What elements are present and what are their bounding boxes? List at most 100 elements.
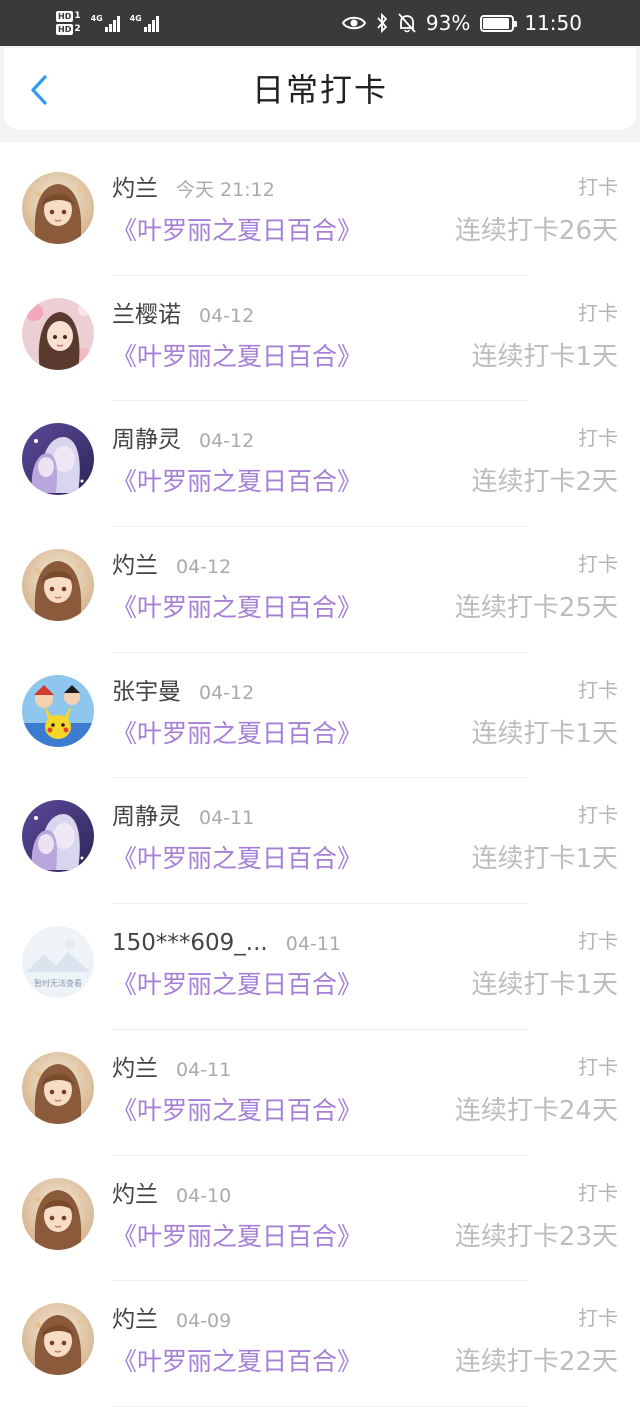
post-time: 04-11	[199, 807, 255, 830]
avatar[interactable]	[22, 423, 94, 496]
streak-count: 连续打卡1天	[471, 341, 618, 372]
book-title-link[interactable]: 《叶罗丽之夏日百合》	[112, 1094, 362, 1128]
hd-sim-number: 2	[74, 24, 81, 34]
book-title-link[interactable]: 《叶罗丽之夏日百合》	[112, 968, 362, 1002]
streak-count: 连续打卡26天	[454, 216, 618, 246]
clock: 11:50	[524, 11, 582, 35]
checkin-action: 打卡	[578, 300, 618, 325]
list-item[interactable]: 灼兰 04-11 《叶罗丽之夏日百合》 打卡 连续打卡24天	[0, 1030, 640, 1156]
list-item[interactable]: 灼兰 04-10 《叶罗丽之夏日百合》 打卡 连续打卡23天	[0, 1156, 640, 1282]
checkin-action: 打卡	[578, 929, 618, 954]
streak-count: 连续打卡25天	[454, 593, 618, 624]
hd-indicator-1: HD 1	[56, 11, 81, 22]
signal-icon: 4G	[91, 14, 120, 32]
avatar[interactable]	[22, 172, 94, 244]
list-item[interactable]: 灼兰 04-12 《叶罗丽之夏日百合》 打卡 连续打卡25天	[0, 527, 640, 653]
user-name: 张宇曼 04-12	[112, 677, 254, 708]
post-time: 04-12	[176, 556, 232, 579]
checkin-action: 打卡	[578, 552, 618, 577]
eye-icon	[341, 15, 366, 31]
avatar[interactable]	[22, 1051, 94, 1124]
network-type: 4G	[129, 14, 142, 23]
page-title: 日常打卡	[251, 71, 388, 109]
hd-indicator-2: HD 2	[56, 24, 81, 35]
user-name: 灼兰 04-10	[112, 1180, 231, 1211]
user-name: 150***609_... 04-11	[112, 928, 341, 959]
user-name-text: 灼兰	[112, 1055, 158, 1082]
user-name-text: 周静灵	[112, 427, 181, 454]
signal-icon: 4G	[130, 14, 159, 32]
book-title-link[interactable]: 《叶罗丽之夏日百合》	[112, 340, 362, 374]
checkin-action: 打卡	[578, 803, 618, 828]
avatar[interactable]	[22, 800, 94, 873]
battery-percent: 93%	[425, 11, 471, 35]
status-bar: HD 1 HD 2 4G 4G 93% 11:50	[0, 0, 640, 46]
user-name: 灼兰 04-09	[112, 1305, 231, 1336]
streak-count: 连续打卡1天	[471, 970, 618, 1001]
bluetooth-icon	[376, 13, 388, 33]
avatar[interactable]	[22, 549, 94, 622]
post-time: 今天 21:12	[176, 179, 275, 201]
status-bar-right: 93% 11:50	[341, 0, 582, 46]
streak-count: 连续打卡24天	[454, 1095, 618, 1126]
post-time: 04-12	[199, 304, 255, 327]
streak-count: 连续打卡1天	[471, 844, 618, 875]
post-time: 04-10	[176, 1184, 232, 1207]
checkin-action: 打卡	[578, 175, 618, 199]
list-item[interactable]: 张宇曼 04-12 《叶罗丽之夏日百合》 打卡 连续打卡1天	[0, 653, 640, 779]
avatar[interactable]	[22, 674, 94, 747]
nav-bar: 日常打卡	[0, 46, 640, 142]
post-time: 04-09	[176, 1310, 232, 1333]
list-item[interactable]: 兰樱诺 04-12 《叶罗丽之夏日百合》 打卡 连续打卡1天	[0, 276, 640, 402]
book-title-link[interactable]: 《叶罗丽之夏日百合》	[112, 1345, 362, 1379]
list-item[interactable]: 周静灵 04-11 《叶罗丽之夏日百合》 打卡 连续打卡1天	[0, 778, 640, 905]
avatar[interactable]	[22, 1177, 94, 1250]
post-time: 04-11	[285, 933, 341, 956]
streak-count: 连续打卡23天	[454, 1221, 618, 1252]
user-name-text: 灼兰	[112, 553, 158, 580]
streak-count: 连续打卡2天	[471, 467, 618, 498]
hd-label: HD	[56, 11, 74, 22]
user-name-text: 灼兰	[112, 176, 158, 202]
post-time: 04-11	[176, 1058, 232, 1081]
avatar[interactable]	[22, 297, 94, 370]
avatar[interactable]: 暂时无法查看	[22, 926, 94, 999]
list-item[interactable]: 暂时无法查看 150***609_... 04-11 《叶罗丽之夏日百合》 打卡 …	[0, 904, 640, 1030]
network-type: 4G	[90, 14, 103, 23]
list-item[interactable]: 灼兰 今天 21:12 《叶罗丽之夏日百合》 打卡 连续打卡26天	[0, 150, 640, 276]
mute-bell-icon	[398, 13, 416, 33]
user-name-text: 150***609_...	[112, 930, 268, 957]
book-title-link[interactable]: 《叶罗丽之夏日百合》	[112, 1220, 362, 1254]
divider	[112, 1405, 528, 1407]
user-name-text: 灼兰	[112, 1181, 158, 1208]
checkin-action: 打卡	[578, 677, 618, 702]
checkin-action: 打卡	[578, 1180, 618, 1205]
streak-count: 连续打卡1天	[471, 718, 618, 749]
user-name-text: 兰樱诺	[112, 301, 181, 328]
book-title-link[interactable]: 《叶罗丽之夏日百合》	[112, 214, 362, 248]
avatar[interactable]	[22, 1303, 94, 1376]
checkin-action: 打卡	[578, 1306, 618, 1331]
user-name: 灼兰 04-11	[112, 1054, 231, 1085]
placeholder-text: 暂时无法查看	[34, 978, 82, 988]
post-time: 04-12	[199, 430, 255, 453]
checkin-list: 灼兰 今天 21:12 《叶罗丽之夏日百合》 打卡 连续打卡26天 兰樱诺 04-1…	[0, 150, 640, 1407]
book-title-link[interactable]: 《叶罗丽之夏日百合》	[112, 591, 362, 625]
book-title-link[interactable]: 《叶罗丽之夏日百合》	[112, 842, 362, 876]
list-item[interactable]: 周静灵 04-12 《叶罗丽之夏日百合》 打卡 连续打卡2天	[0, 401, 640, 528]
hd-sim-number: 1	[74, 11, 81, 21]
hd-label: HD	[56, 24, 74, 35]
user-name: 灼兰 04-12	[112, 551, 231, 582]
list-item[interactable]: 灼兰 04-09 《叶罗丽之夏日百合》 打卡 连续打卡22天	[0, 1281, 640, 1407]
post-time: 04-12	[199, 681, 255, 704]
user-name: 周静灵 04-11	[112, 802, 254, 833]
book-title-link[interactable]: 《叶罗丽之夏日百合》	[112, 465, 362, 499]
user-name: 灼兰 今天 21:12	[112, 174, 275, 205]
nav-card: 日常打卡	[4, 48, 636, 130]
checkin-action: 打卡	[578, 1054, 618, 1079]
status-bar-left: HD 1 HD 2 4G 4G	[56, 4, 159, 42]
book-title-link[interactable]: 《叶罗丽之夏日百合》	[112, 717, 362, 751]
user-name: 兰樱诺 04-12	[112, 300, 254, 331]
battery-icon	[480, 14, 518, 32]
user-name-text: 周静灵	[112, 804, 181, 831]
